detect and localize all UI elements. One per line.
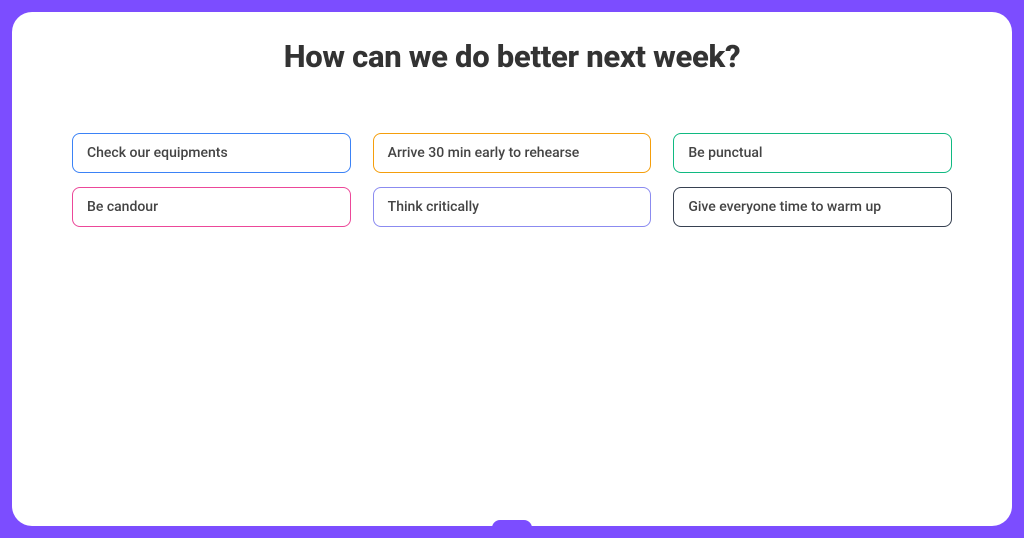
option-label: Check our equipments [87, 145, 228, 161]
question-title: How can we do better next week? [72, 38, 952, 75]
option-label: Be punctual [688, 145, 762, 161]
option-card-give-everyone-time[interactable]: Give everyone time to warm up [673, 187, 952, 227]
option-label: Arrive 30 min early to rehearse [388, 145, 580, 161]
option-card-be-candour[interactable]: Be candour [72, 187, 351, 227]
bottom-tab-handle[interactable] [492, 520, 532, 530]
options-grid: Check our equipments Arrive 30 min early… [72, 133, 952, 227]
option-label: Give everyone time to warm up [688, 199, 881, 215]
content-panel: How can we do better next week? Check ou… [12, 12, 1012, 526]
option-card-be-punctual[interactable]: Be punctual [673, 133, 952, 173]
option-label: Be candour [87, 199, 158, 215]
option-label: Think critically [388, 199, 479, 215]
option-card-check-our-equipments[interactable]: Check our equipments [72, 133, 351, 173]
option-card-think-critically[interactable]: Think critically [373, 187, 652, 227]
option-card-arrive-30-min-early[interactable]: Arrive 30 min early to rehearse [373, 133, 652, 173]
